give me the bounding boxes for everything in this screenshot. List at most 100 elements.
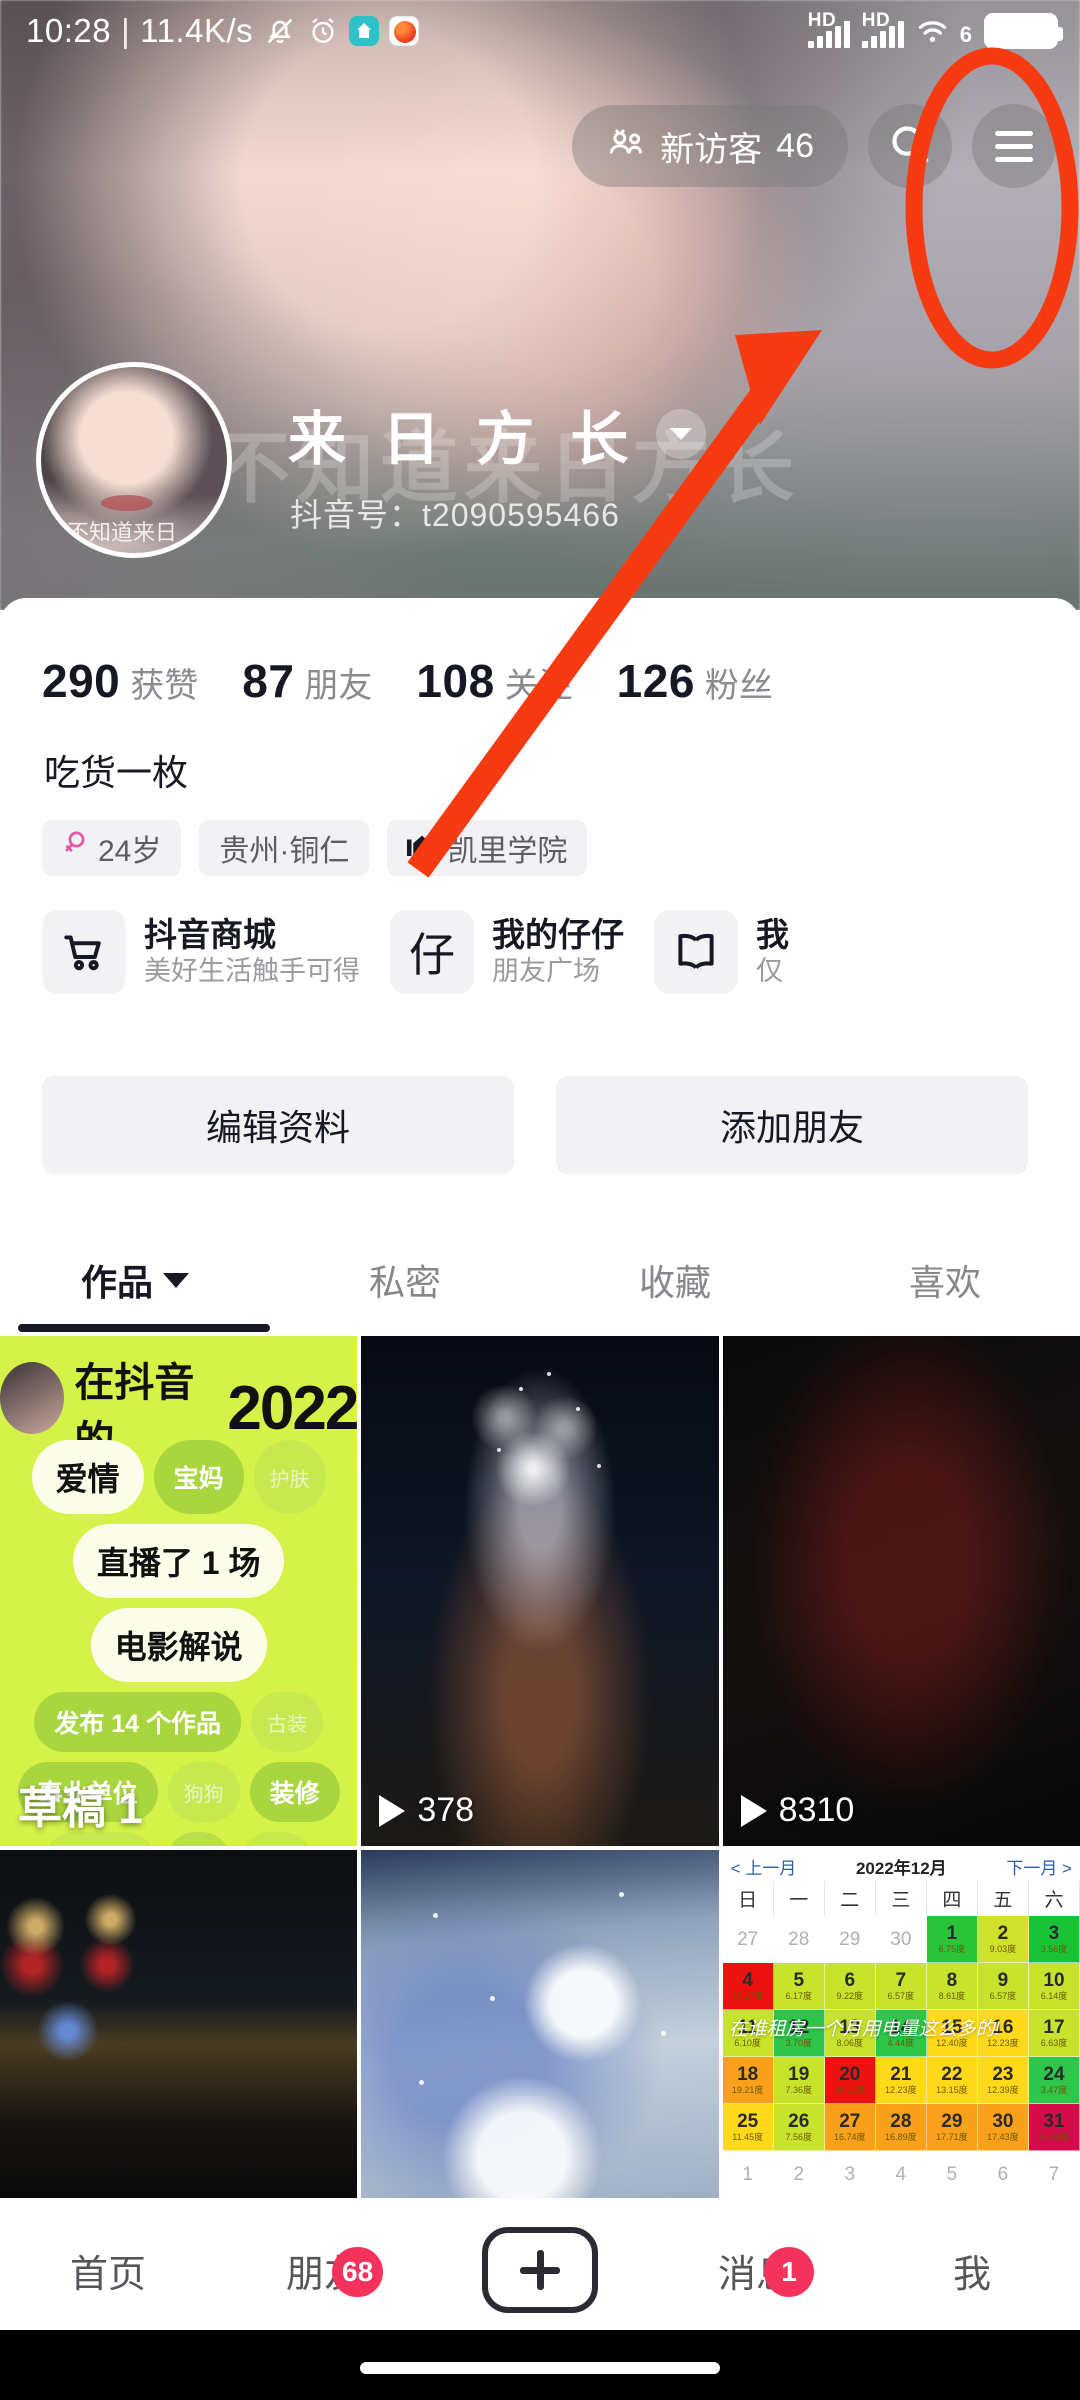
recap-card: 在抖音的 2022 爱情 宝妈 护肤 直播了 1 场 电影解说 发布 14 个作… xyxy=(0,1336,358,1846)
tab-works[interactable]: 作品 xyxy=(0,1232,270,1328)
calendar-day: 5 6.17度 xyxy=(773,1963,825,2010)
add-friend-button[interactable]: 添加朋友 xyxy=(556,1076,1028,1174)
calendar-day-value: 6.14度 xyxy=(1040,1991,1068,2001)
nav-messages[interactable]: 消息 1 xyxy=(648,2243,864,2298)
grid-item-video-drink[interactable] xyxy=(361,1850,719,2198)
calendar-day-number: 5 xyxy=(946,2163,958,2185)
shortcut-novel-title: 我 xyxy=(756,916,789,953)
shortcut-mall[interactable]: 抖音商城 美好生活触手可得 xyxy=(42,910,360,994)
calendar-day-number: 28 xyxy=(890,2111,912,2132)
edit-profile-button[interactable]: 编辑资料 xyxy=(42,1076,514,1174)
hamburger-menu-button[interactable] xyxy=(972,104,1056,188)
calendar-day-number: 2 xyxy=(997,1923,1009,1944)
chevron-down-icon[interactable] xyxy=(656,409,707,459)
tag-age[interactable]: 24岁 xyxy=(42,820,182,876)
recap-bubble: 宝妈 xyxy=(153,1440,244,1514)
grid-item-video-378[interactable]: 378 xyxy=(361,1336,719,1846)
calendar-day-number: 10 xyxy=(1043,1970,1065,1991)
tag-school[interactable]: 凯里学院 xyxy=(387,820,588,876)
calendar-weekday: 六 xyxy=(1029,1881,1080,1916)
calendar-day: 3 xyxy=(824,2151,876,2198)
douyin-profile-screen: 子己不知道来日方长 10:28 | 11.4K/s HD HD 6 92 新访客… xyxy=(0,0,1080,2400)
calendar-day: 29 xyxy=(824,1916,876,1963)
search-button[interactable] xyxy=(868,104,952,188)
tab-likes[interactable]: 喜欢 xyxy=(810,1232,1080,1328)
shortcut-mall-subtitle: 美好生活触手可得 xyxy=(144,956,360,987)
calendar-day-value: 6.57度 xyxy=(989,1991,1017,2001)
calendar-day-number: 4 xyxy=(895,2163,907,2185)
calendar-next-month[interactable]: 下一月 > xyxy=(1006,1854,1072,1879)
calendar-title: 2022年12月 xyxy=(855,1859,947,1878)
calendar-day-value: 9.22度 xyxy=(836,1991,864,2001)
grid-item-calendar[interactable]: < 上一月 2022年12月 下一月 > 日 一 二 三 四 五 六 27 28 2… xyxy=(722,1850,1080,2198)
draft-label: 草稿 1 xyxy=(18,1784,143,1833)
stat-followers[interactable]: 126 粉丝 xyxy=(617,654,773,708)
recap-avatar xyxy=(0,1362,65,1434)
stat-likes-label: 获赞 xyxy=(130,667,199,705)
video-thumbnail xyxy=(722,1336,1080,1846)
tag-school-label: 凯里学院 xyxy=(447,835,568,868)
shortcut-zaizai-subtitle: 朋友广场 xyxy=(492,956,600,987)
calendar-day-number: 27 xyxy=(839,2111,861,2132)
calendar-day-number: 6 xyxy=(997,2163,1009,2185)
calendar-day: 27 16.74度 xyxy=(824,2104,876,2151)
calendar-day: 1 xyxy=(722,2151,774,2198)
nav-create[interactable] xyxy=(432,2227,648,2313)
douyin-id[interactable]: 抖音号：t2090595466 xyxy=(290,490,620,536)
grid-item-recap[interactable]: 在抖音的 2022 爱情 宝妈 护肤 直播了 1 场 电影解说 发布 14 个作… xyxy=(0,1336,358,1846)
nav-home-label: 首页 xyxy=(69,2253,146,2296)
female-gender-icon xyxy=(62,829,88,867)
calendar-weekday: 一 xyxy=(774,1881,825,1916)
grid-item-video-8310[interactable]: 8310 xyxy=(722,1336,1080,1846)
calendar-day-value: 16.74度 xyxy=(834,2132,866,2142)
calendar-day: 23 12.39度 xyxy=(977,2057,1029,2104)
nav-friends[interactable]: 朋友 68 xyxy=(216,2243,432,2298)
shortcut-zaizai[interactable]: 仔 我的仔仔 朋友广场 xyxy=(390,910,624,994)
shortcut-mall-text: 抖音商城 美好生活触手可得 xyxy=(144,915,360,989)
calendar-day-value: 3.56度 xyxy=(1040,1944,1068,1954)
tab-favorites[interactable]: 收藏 xyxy=(540,1232,810,1328)
calendar-day-value: 19.21度 xyxy=(731,2085,764,2095)
calendar-day: 27 xyxy=(722,1916,774,1963)
grid-item-video-drive[interactable] xyxy=(0,1850,358,2198)
calendar-weekday: 二 xyxy=(825,1881,876,1916)
calendar-day-number: 29 xyxy=(941,2111,963,2132)
nickname-row[interactable]: 来 日 方 长 xyxy=(288,392,707,476)
calendar-day-number: 1 xyxy=(742,2163,753,2185)
nav-friends-badge: 68 xyxy=(332,2246,384,2297)
tag-age-label: 24岁 xyxy=(98,835,162,868)
zaizai-icon: 仔 xyxy=(390,910,474,994)
stat-friends[interactable]: 87 朋友 xyxy=(242,654,372,708)
avatar[interactable]: 崽不知道来日 xyxy=(36,362,232,558)
calendar-day-grid: 27 28 29 30 1 6.75度 2 9.03度 3 3.56度 4 40.27度 5 6.17度 6… xyxy=(722,1916,1080,2198)
calendar-day: 29 17.71度 xyxy=(926,2104,978,2151)
calendar-day-value: 7.36度 xyxy=(785,2085,812,2095)
calendar-day: 28 16.89度 xyxy=(875,2104,927,2151)
calendar-prev-month[interactable]: < 上一月 xyxy=(731,1854,797,1879)
shortcut-novel[interactable]: 我 仅 xyxy=(654,910,789,994)
status-time: 10:28 xyxy=(26,12,112,49)
calendar-day-value: 12.39度 xyxy=(987,2085,1019,2095)
bio-text[interactable]: 吃货一枚 xyxy=(44,744,188,796)
stat-followers-label: 粉丝 xyxy=(704,667,773,705)
calendar-day-number: 8 xyxy=(946,1970,958,1991)
nav-profile[interactable]: 我 xyxy=(864,2243,1080,2298)
calendar-day-number: 30 xyxy=(992,2111,1014,2132)
calendar-day-value: 6.57度 xyxy=(887,1991,915,2001)
calendar-day-number: 31 xyxy=(1043,2111,1065,2132)
nav-home[interactable]: 首页 xyxy=(0,2243,216,2298)
calendar-day-number: 3 xyxy=(844,2163,856,2185)
stat-likes-value: 290 xyxy=(42,655,121,707)
stat-following[interactable]: 108 关注 xyxy=(416,654,572,708)
new-visitors-button[interactable]: 新访客 46 xyxy=(572,105,848,187)
tab-private[interactable]: 私密 xyxy=(270,1232,540,1328)
gesture-home-bar[interactable] xyxy=(360,2362,720,2374)
shortcut-novel-text: 我 仅 xyxy=(756,915,789,989)
calendar-weekday-row: 日 一 二 三 四 五 六 xyxy=(723,1881,1080,1916)
tag-location[interactable]: 贵州·铜仁 xyxy=(199,820,370,876)
stat-likes[interactable]: 290 获赞 xyxy=(42,654,198,708)
gesture-nav-area xyxy=(0,2330,1080,2400)
recap-bubble: 狗狗 xyxy=(167,1762,240,1822)
calendar-day-value: 40.27度 xyxy=(731,1991,764,2001)
calendar-note: 在谁租房一个月用电量这么多的! xyxy=(728,2018,1000,2040)
